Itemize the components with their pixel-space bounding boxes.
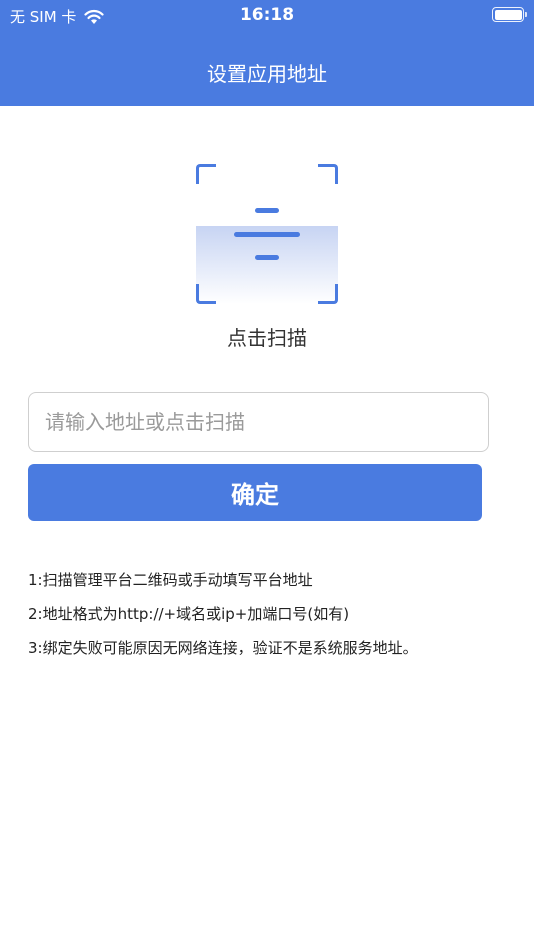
- scan-corner-top-left: [196, 164, 216, 184]
- scan-corner-top-right: [318, 164, 338, 184]
- status-time: 16:18: [239, 5, 295, 25]
- page-title: 设置应用地址: [207, 62, 327, 86]
- scan-line-bottom: [255, 255, 279, 260]
- qr-scan-icon[interactable]: [196, 164, 338, 304]
- status-bar: 无 SIM 卡 16:18: [0, 0, 534, 34]
- instruction-item: 1:扫描管理平台二维码或手动填写平台地址: [28, 571, 313, 589]
- scan-label[interactable]: 点击扫描: [0, 322, 534, 351]
- instruction-item: 2:地址格式为http://+域名或ip+加端口号(如有): [28, 605, 350, 623]
- battery-tip: [525, 12, 527, 17]
- scan-corner-bottom-right: [318, 284, 338, 304]
- confirm-button[interactable]: 确定: [28, 464, 482, 521]
- battery-icon: [492, 7, 527, 22]
- address-input[interactable]: [28, 392, 489, 452]
- instructions: 1:扫描管理平台二维码或手动填写平台地址 2:地址格式为http://+域名或i…: [28, 570, 518, 672]
- header-bar: 无 SIM 卡 16:18 设置应用地址: [0, 0, 534, 106]
- scan-line-top: [255, 208, 279, 213]
- scan-corner-bottom-left: [196, 284, 216, 304]
- scan-gradient: [196, 226, 338, 304]
- scan-line-middle: [234, 232, 300, 237]
- instruction-item: 3:绑定失败可能原因无网络连接，验证不是系统服务地址。: [28, 639, 418, 657]
- battery-fill: [494, 9, 522, 20]
